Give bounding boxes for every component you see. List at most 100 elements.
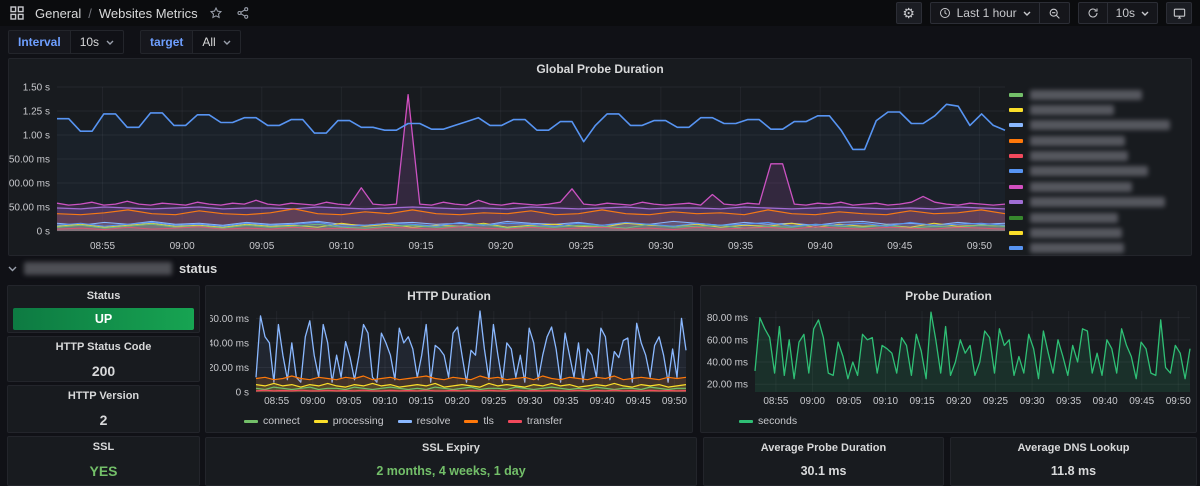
- legend-series-swatch: [1009, 139, 1023, 143]
- legend-series-swatch: [1009, 200, 1023, 204]
- svg-text:500.00 ms: 500.00 ms: [9, 179, 50, 190]
- svg-text:1.00 s: 1.00 s: [23, 131, 50, 142]
- apps-grid-icon[interactable]: [8, 4, 26, 22]
- svg-text:40.00 ms: 40.00 ms: [707, 358, 748, 369]
- legend-item[interactable]: [1009, 151, 1189, 162]
- panel-ssl-expiry: SSL Expiry 2 months, 4 weeks, 1 day: [205, 437, 697, 486]
- legend-item[interactable]: [1009, 228, 1189, 239]
- redacted-series-name: [1030, 243, 1124, 253]
- http-duration-chart[interactable]: 08:5509:0009:0509:1009:1509:2009:2509:30…: [210, 306, 692, 413]
- legend-item[interactable]: [1009, 104, 1189, 115]
- panel-title[interactable]: SSL: [8, 437, 199, 457]
- svg-text:09:00: 09:00: [800, 396, 825, 407]
- panel-http-status-code: HTTP Status Code 200: [7, 336, 200, 382]
- zoom-out-button[interactable]: [1039, 3, 1069, 23]
- legend-series-swatch: [1009, 216, 1023, 220]
- variable-target-value-dropdown[interactable]: All: [192, 30, 240, 54]
- legend-series-swatch: [1009, 154, 1023, 158]
- redacted-series-name: [1030, 228, 1122, 238]
- svg-text:80.00 ms: 80.00 ms: [707, 313, 748, 324]
- refresh-icon: [1087, 7, 1099, 19]
- legend-item-seconds[interactable]: seconds: [739, 415, 797, 427]
- panel-title[interactable]: Global Probe Duration: [9, 59, 1191, 79]
- row-title-suffix: status: [179, 261, 217, 276]
- variable-interval: Interval 10s: [8, 30, 124, 54]
- panel-ssl: SSL YES: [7, 436, 200, 486]
- dashboard-row-header[interactable]: status: [8, 261, 217, 276]
- chart-legend: [1009, 79, 1189, 258]
- svg-text:09:30: 09:30: [1020, 396, 1045, 407]
- svg-text:09:35: 09:35: [554, 396, 579, 407]
- legend-item[interactable]: [1009, 166, 1189, 177]
- panel-title[interactable]: Average Probe Duration: [704, 438, 943, 458]
- svg-text:20.00 ms: 20.00 ms: [707, 380, 748, 391]
- legend-item-transfer[interactable]: transfer: [508, 415, 563, 427]
- global-probe-duration-chart[interactable]: 08:5509:0009:0509:1009:1509:2009:2509:30…: [9, 79, 1009, 258]
- svg-text:09:35: 09:35: [1056, 396, 1081, 407]
- legend-series-swatch: [1009, 108, 1023, 112]
- panel-title[interactable]: Status: [8, 286, 199, 306]
- share-icon[interactable]: [234, 4, 252, 22]
- legend-series-swatch: [464, 420, 478, 423]
- legend-item[interactable]: [1009, 243, 1189, 254]
- panel-global-probe-duration: Global Probe Duration 08:5509:0009:0509:…: [8, 58, 1192, 256]
- redacted-series-name: [1030, 120, 1170, 130]
- chevron-down-icon: [8, 266, 17, 272]
- panel-title[interactable]: Probe Duration: [701, 286, 1196, 306]
- legend-series-name: resolve: [417, 415, 451, 427]
- svg-text:08:55: 08:55: [763, 396, 788, 407]
- legend-item[interactable]: [1009, 120, 1189, 131]
- svg-text:08:55: 08:55: [264, 396, 289, 407]
- time-range-label: Last 1 hour: [957, 6, 1017, 20]
- time-picker-button[interactable]: Last 1 hour: [931, 3, 1039, 23]
- svg-text:09:45: 09:45: [887, 241, 912, 252]
- svg-text:60.00 ms: 60.00 ms: [210, 314, 249, 325]
- panel-http-version: HTTP Version 2: [7, 385, 200, 433]
- panel-title[interactable]: HTTP Duration: [206, 286, 692, 306]
- svg-text:08:55: 08:55: [90, 241, 115, 252]
- legend-item-connect[interactable]: connect: [244, 415, 300, 427]
- legend-series-name: tls: [483, 415, 494, 427]
- panel-title[interactable]: Average DNS Lookup: [951, 438, 1196, 458]
- svg-text:09:35: 09:35: [728, 241, 753, 252]
- breadcrumb-section[interactable]: General: [35, 6, 81, 21]
- svg-text:09:40: 09:40: [590, 396, 615, 407]
- legend-item[interactable]: [1009, 212, 1189, 223]
- legend-item-resolve[interactable]: resolve: [398, 415, 451, 427]
- clock-icon: [939, 7, 951, 19]
- svg-text:0 s: 0 s: [37, 227, 50, 238]
- svg-text:09:05: 09:05: [836, 396, 861, 407]
- legend-item-processing[interactable]: processing: [314, 415, 384, 427]
- svg-text:09:15: 09:15: [409, 241, 434, 252]
- svg-text:09:20: 09:20: [445, 396, 470, 407]
- dashboard-title[interactable]: Websites Metrics: [99, 6, 198, 21]
- panel-title[interactable]: SSL Expiry: [206, 438, 696, 458]
- legend-item-tls[interactable]: tls: [464, 415, 494, 427]
- svg-text:09:50: 09:50: [1166, 396, 1191, 407]
- probe-duration-chart[interactable]: 08:5509:0009:0509:1009:1509:2009:2509:30…: [705, 306, 1196, 413]
- svg-text:0 s: 0 s: [236, 388, 249, 399]
- legend-item[interactable]: [1009, 181, 1189, 192]
- variable-target-value: All: [202, 35, 215, 49]
- svg-text:09:25: 09:25: [481, 396, 506, 407]
- monitor-icon: [1173, 7, 1186, 20]
- refresh-interval-dropdown[interactable]: 10s: [1107, 3, 1157, 23]
- svg-text:09:40: 09:40: [1093, 396, 1118, 407]
- legend-item[interactable]: [1009, 89, 1189, 100]
- cycle-view-mode-button[interactable]: [1166, 2, 1192, 24]
- legend-series-swatch: [1009, 123, 1023, 127]
- star-icon[interactable]: [207, 4, 225, 22]
- legend-series-swatch: [508, 420, 522, 423]
- svg-text:09:50: 09:50: [967, 241, 992, 252]
- svg-text:250.00 ms: 250.00 ms: [9, 203, 50, 214]
- svg-text:09:15: 09:15: [910, 396, 935, 407]
- variable-interval-value-dropdown[interactable]: 10s: [70, 30, 124, 54]
- average-dns-lookup-value: 11.8 ms: [951, 458, 1196, 478]
- refresh-button[interactable]: [1079, 3, 1107, 23]
- panel-title[interactable]: HTTP Version: [8, 386, 199, 406]
- legend-item[interactable]: [1009, 135, 1189, 146]
- dashboard-settings-button[interactable]: ⚙: [896, 2, 922, 24]
- panel-title[interactable]: HTTP Status Code: [8, 337, 199, 357]
- legend-item[interactable]: [1009, 197, 1189, 208]
- svg-text:09:00: 09:00: [300, 396, 325, 407]
